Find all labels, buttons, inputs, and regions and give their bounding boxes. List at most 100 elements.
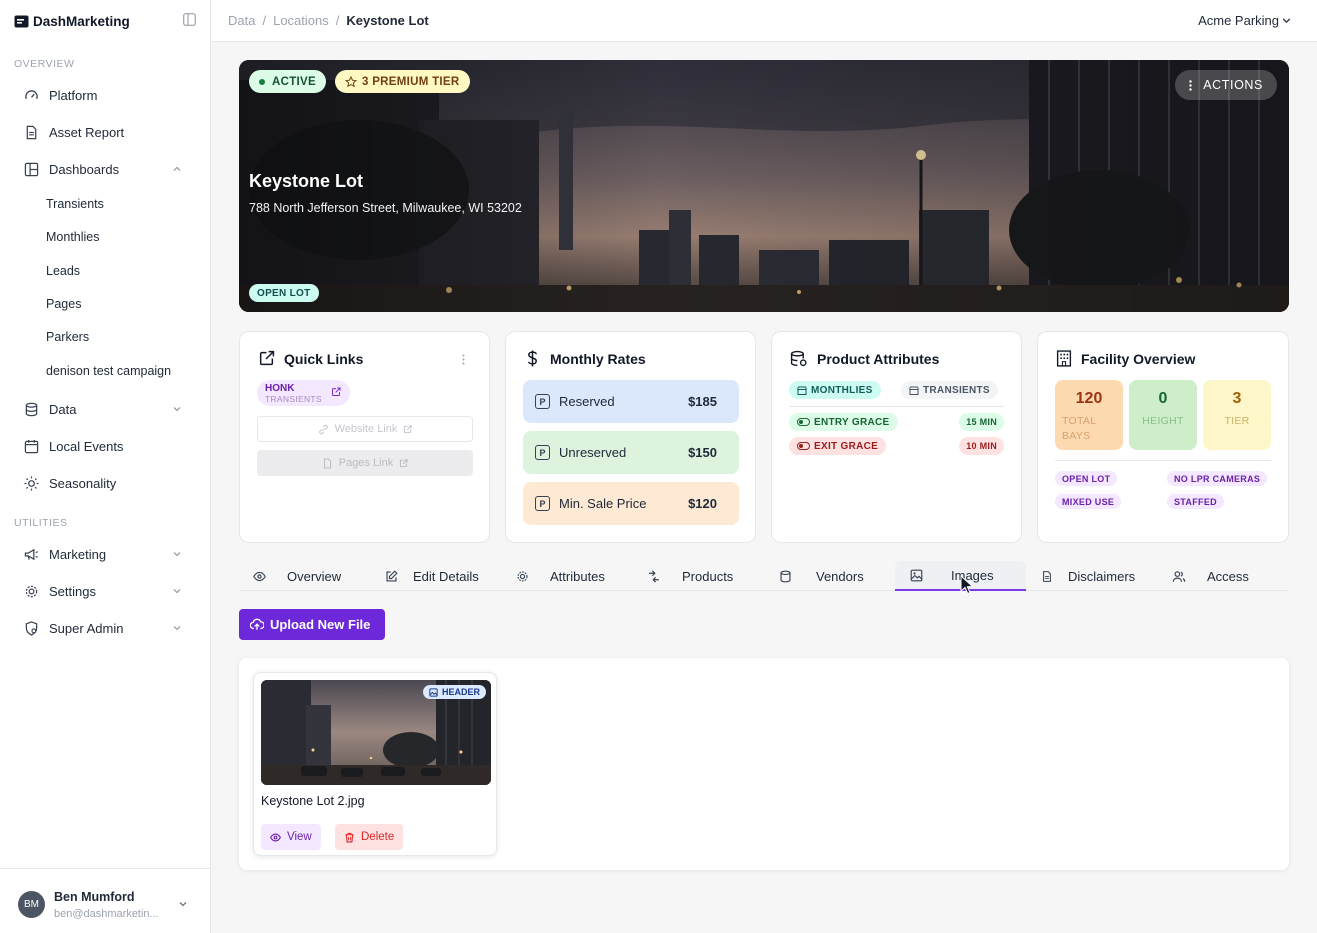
sidebar-item-label: Platform [49, 87, 98, 103]
chevron-down-icon[interactable] [1281, 15, 1292, 26]
avatar: BM [18, 891, 45, 918]
external-link-icon [403, 424, 413, 434]
tab-access[interactable]: Access [1172, 561, 1249, 591]
upload-label: Upload New File [270, 617, 371, 632]
image-card: HEADER Keystone Lot 2.jpg View Delete [253, 672, 497, 856]
image-thumbnail[interactable]: HEADER [261, 680, 491, 785]
actions-label: ACTIONS [1203, 78, 1263, 92]
sidebar-subitem-denison-test-campaign[interactable]: denison test campaign [46, 361, 171, 381]
store-icon [797, 386, 807, 395]
sidebar-item-dashboards[interactable]: Dashboards [14, 154, 196, 184]
toggle-icon [797, 418, 810, 426]
user-menu[interactable]: BM Ben Mumford ben@dashmarketin... [0, 868, 210, 933]
view-image-button[interactable]: View [261, 824, 321, 850]
monthlies-tag: MONTHLIES [789, 381, 881, 399]
quick-links-card: Quick Links HONK TRANSIENTS Website Link… [239, 331, 490, 543]
section-label-utilities: UTILITIES [14, 517, 68, 529]
entry-grace-tag: ENTRY GRACE [789, 413, 898, 431]
cloud-upload-icon [250, 618, 270, 631]
status-badge: ACTIVE [249, 70, 326, 93]
upload-file-button[interactable]: Upload New File [239, 609, 385, 640]
badge-label: HEADER [441, 687, 480, 697]
parking-icon: P [535, 496, 550, 511]
tag-sub: TRANSIENTS [265, 394, 322, 404]
tag-label: ENTRY GRACE [814, 416, 890, 428]
image-icon [429, 687, 438, 697]
exit-grace-tag: EXIT GRACE [789, 437, 887, 455]
tab-edit-details[interactable]: Edit Details [385, 561, 479, 591]
sidebar-item-local-events[interactable]: Local Events [14, 431, 196, 461]
facility-overview-header: Facility Overview [1056, 350, 1195, 367]
app-logo[interactable]: DashMarketing [14, 12, 196, 30]
gauge-icon [24, 88, 48, 103]
sidebar-subitem-leads[interactable]: Leads [46, 261, 80, 281]
tab-overview[interactable]: Overview [253, 561, 341, 591]
app-name: DashMarketing [33, 13, 130, 29]
actions-button[interactable]: ACTIONS [1175, 70, 1277, 100]
pages-link-label: Pages Link [338, 457, 394, 469]
external-link-icon [331, 387, 341, 397]
rate-amount: $150 [688, 445, 717, 460]
breadcrumb-data[interactable]: Data [228, 13, 255, 28]
breadcrumb-locations[interactable]: Locations [273, 13, 329, 28]
edit-icon [385, 569, 398, 583]
tag-label: TRANSIENTS [923, 384, 990, 396]
tab-disclaimers[interactable]: Disclaimers [1041, 561, 1135, 591]
hero-photo [239, 60, 1289, 312]
org-switcher[interactable]: Acme Parking [1198, 13, 1279, 28]
rate-row-min-sale-price: P Min. Sale Price $120 [523, 482, 739, 525]
eye-icon [270, 832, 287, 843]
layout-icon [24, 162, 48, 177]
chevron-down-icon [172, 404, 182, 414]
sidebar-item-label: Marketing [49, 546, 107, 562]
tab-label: Access [1207, 568, 1249, 584]
breadcrumb: Data / Locations / Keystone Lot [228, 13, 429, 28]
website-link-button[interactable]: Website Link [257, 416, 473, 442]
rate-row-unreserved: P Unreserved $150 [523, 431, 739, 474]
sidebar-subitem-monthlies[interactable]: Monthlies [46, 227, 100, 247]
stat-height: 0 HEIGHT [1129, 380, 1197, 450]
exit-grace-value: 10 MIN [959, 437, 1004, 455]
sidebar-item-seasonality[interactable]: Seasonality [14, 468, 196, 498]
card-title: Product Attributes [817, 350, 940, 367]
sidebar-item-label: Super Admin [49, 620, 124, 636]
external-link-icon [399, 458, 408, 468]
user-name: Ben Mumford [54, 890, 135, 904]
stat-tier: 3 TIER [1203, 380, 1271, 450]
chevron-up-icon [172, 164, 182, 174]
user-email: ben@dashmarketin... [54, 908, 159, 920]
tab-vendors[interactable]: Vendors [779, 561, 864, 591]
kebab-icon[interactable] [462, 354, 465, 365]
sidebar-subitem-transients[interactable]: Transients [46, 194, 104, 214]
image-filename: Keystone Lot 2.jpg [261, 794, 365, 808]
image-gallery: HEADER Keystone Lot 2.jpg View Delete [239, 658, 1289, 870]
facility-tag-mixed-use: MIXED USE [1055, 494, 1122, 509]
sidebar-subitem-parkers[interactable]: Parkers [46, 327, 89, 347]
sidebar-item-asset-report[interactable]: Asset Report [14, 117, 196, 147]
sidebar-item-settings[interactable]: Settings [14, 576, 196, 606]
sidebar-item-data[interactable]: Data [14, 394, 196, 424]
rate-label: Unreserved [559, 445, 627, 460]
sidebar-subitem-pages[interactable]: Pages [46, 294, 81, 314]
entry-grace-value: 15 MIN [959, 413, 1004, 431]
delete-image-button[interactable]: Delete [335, 824, 404, 850]
facility-tag-no-lpr-cameras: NO LPR CAMERAS [1167, 471, 1268, 486]
tab-attributes[interactable]: Attributes [516, 561, 605, 591]
tier-badge: 3 PREMIUM TIER [335, 70, 470, 93]
megaphone-icon [24, 547, 48, 562]
sidebar-item-platform[interactable]: Platform [14, 80, 196, 110]
pages-link-button[interactable]: Pages Link [257, 450, 473, 476]
logo-icon [14, 15, 29, 27]
sidebar-item-super-admin[interactable]: Super Admin [14, 613, 196, 643]
file-icon [322, 458, 333, 469]
facility-overview-card: Facility Overview 120 TOTAL BAYS 0 HEIGH… [1037, 331, 1289, 543]
rate-row-reserved: P Reserved $185 [523, 380, 739, 423]
file-text-icon [1041, 570, 1053, 583]
tab-products[interactable]: Products [647, 561, 733, 591]
shield-user-icon [24, 620, 48, 636]
database-icon [24, 402, 48, 417]
sidebar-toggle-icon[interactable] [183, 13, 196, 26]
sidebar-item-marketing[interactable]: Marketing [14, 539, 196, 569]
honk-tag[interactable]: HONK TRANSIENTS [257, 380, 350, 406]
database-icon [779, 570, 792, 583]
